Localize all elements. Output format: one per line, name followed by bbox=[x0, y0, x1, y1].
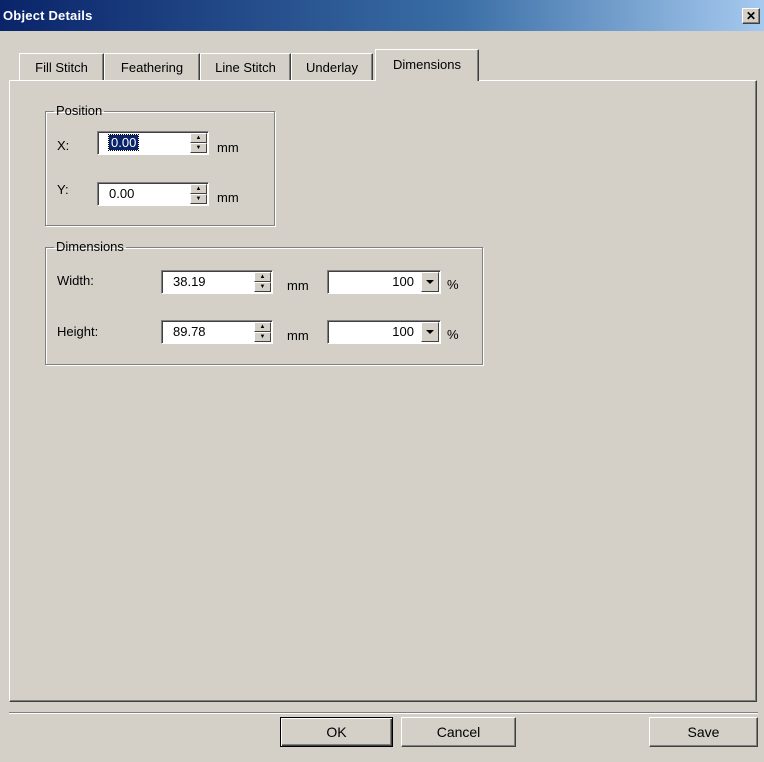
spin-down-icon[interactable]: ▼ bbox=[190, 194, 207, 204]
width-spinner[interactable]: ▲ ▼ bbox=[254, 272, 271, 292]
height-label: Height: bbox=[57, 324, 99, 339]
tab-underlay[interactable]: Underlay bbox=[291, 53, 373, 80]
width-percent-value: 100 bbox=[392, 274, 414, 289]
spin-up-icon[interactable]: ▲ bbox=[254, 322, 271, 332]
save-button[interactable]: Save bbox=[649, 717, 758, 747]
width-label: Width: bbox=[57, 273, 94, 288]
divider bbox=[9, 712, 758, 713]
y-label: Y: bbox=[57, 182, 69, 197]
width-unit: mm bbox=[287, 278, 309, 293]
position-legend: Position bbox=[56, 103, 103, 118]
close-icon: ✕ bbox=[745, 9, 757, 23]
spin-up-icon[interactable]: ▲ bbox=[254, 272, 271, 282]
title-bar: Object Details ✕ bbox=[0, 0, 764, 31]
width-percent-select[interactable]: 100 bbox=[327, 270, 441, 294]
tab-dimensions[interactable]: Dimensions bbox=[375, 49, 479, 81]
window-title: Object Details bbox=[3, 8, 93, 23]
spin-up-icon[interactable]: ▲ bbox=[190, 133, 207, 143]
y-spinbox[interactable]: 0.00 ▲ ▼ bbox=[97, 182, 209, 206]
height-percent-value: 100 bbox=[392, 324, 414, 339]
chevron-down-icon[interactable] bbox=[421, 272, 439, 292]
spin-down-icon[interactable]: ▼ bbox=[254, 332, 271, 342]
x-unit: mm bbox=[217, 140, 239, 155]
close-button[interactable]: ✕ bbox=[742, 8, 760, 24]
chevron-down-icon[interactable] bbox=[421, 322, 439, 342]
width-spinbox[interactable]: 38.19 ▲ ▼ bbox=[161, 270, 273, 294]
height-percent-select[interactable]: 100 bbox=[327, 320, 441, 344]
y-spinner[interactable]: ▲ ▼ bbox=[190, 184, 207, 204]
height-spinner[interactable]: ▲ ▼ bbox=[254, 322, 271, 342]
x-value: 0.00 bbox=[107, 134, 140, 151]
width-value: 38.19 bbox=[173, 274, 206, 289]
y-unit: mm bbox=[217, 190, 239, 205]
height-unit: mm bbox=[287, 328, 309, 343]
height-value: 89.78 bbox=[173, 324, 206, 339]
tab-line-stitch[interactable]: Line Stitch bbox=[200, 53, 291, 80]
tab-feathering[interactable]: Feathering bbox=[104, 53, 200, 80]
ok-button[interactable]: OK bbox=[280, 717, 393, 747]
y-value: 0.00 bbox=[109, 186, 135, 201]
spin-up-icon[interactable]: ▲ bbox=[190, 184, 207, 194]
dimensions-legend: Dimensions bbox=[56, 239, 124, 254]
x-spinner[interactable]: ▲ ▼ bbox=[190, 133, 207, 153]
height-spinbox[interactable]: 89.78 ▲ ▼ bbox=[161, 320, 273, 344]
position-group: Position bbox=[45, 104, 275, 226]
dimensions-group: Dimensions bbox=[45, 240, 483, 365]
width-percent-unit: % bbox=[447, 277, 459, 292]
x-label: X: bbox=[57, 138, 70, 153]
height-percent-unit: % bbox=[447, 327, 459, 342]
tab-fill-stitch[interactable]: Fill Stitch bbox=[19, 53, 104, 80]
spin-down-icon[interactable]: ▼ bbox=[190, 143, 207, 153]
cancel-button[interactable]: Cancel bbox=[401, 717, 516, 747]
spin-down-icon[interactable]: ▼ bbox=[254, 282, 271, 292]
x-spinbox[interactable]: 0.00 ▲ ▼ bbox=[97, 131, 209, 155]
